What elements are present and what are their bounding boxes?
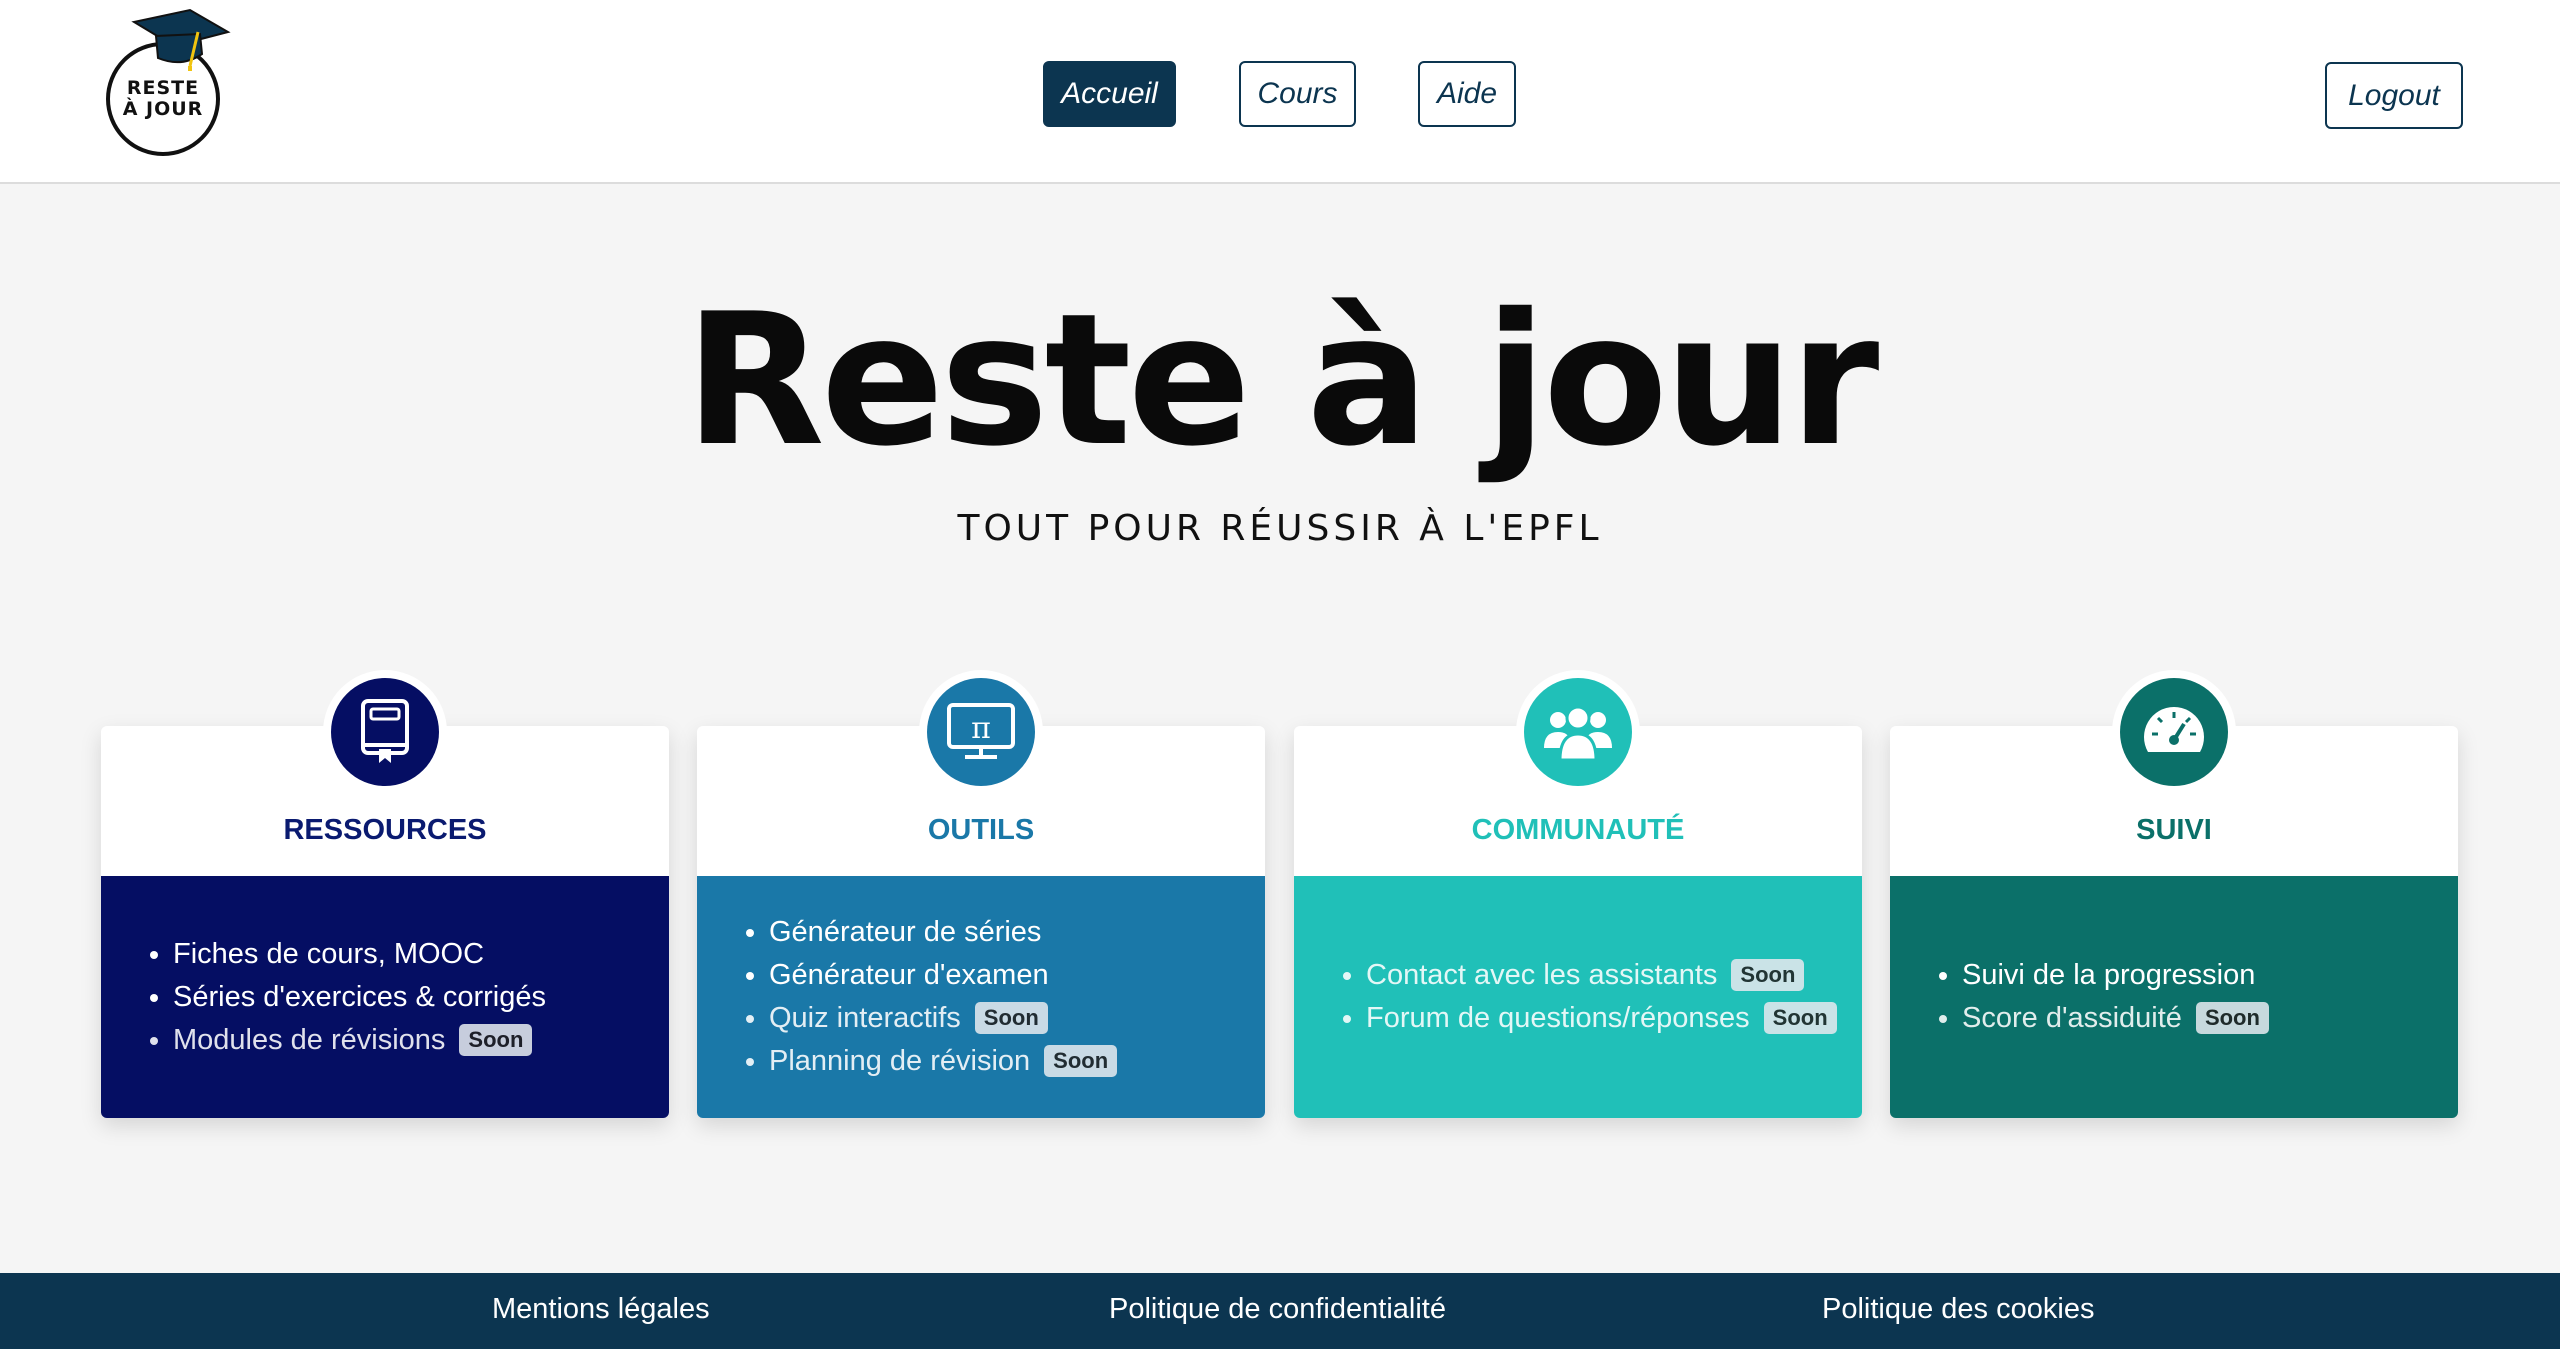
nav-help-button[interactable]: Aide bbox=[1418, 61, 1516, 127]
list-item-label: Quiz interactifs bbox=[769, 1002, 961, 1034]
card-title: SUIVI bbox=[2136, 814, 2212, 846]
list-item: Générateur d'examen bbox=[769, 954, 1117, 997]
footer-link-cookies[interactable]: Politique des cookies bbox=[1822, 1293, 2094, 1326]
card-icon-circle bbox=[331, 678, 439, 786]
card-body: Fiches de cours, MOOC Séries d'exercices… bbox=[101, 876, 669, 1118]
list-item-label: Forum de questions/réponses bbox=[1366, 1002, 1750, 1034]
card-body: Générateur de séries Générateur d'examen… bbox=[697, 876, 1265, 1118]
soon-badge: Soon bbox=[1731, 959, 1805, 991]
logout-label: Logout bbox=[2348, 78, 2440, 112]
card-icon-ring bbox=[1516, 670, 1640, 794]
soon-badge: Soon bbox=[1763, 1002, 1837, 1034]
soon-badge: Soon bbox=[1044, 1045, 1118, 1077]
logo-line-2: À JOUR bbox=[122, 98, 204, 120]
soon-badge: Soon bbox=[459, 1023, 533, 1056]
card-title: COMMUNAUTÉ bbox=[1471, 814, 1685, 846]
card-icon-ring: π bbox=[919, 670, 1043, 794]
list-item-label: Séries d'exercices & corrigés bbox=[173, 980, 547, 1013]
gauge-icon bbox=[2144, 707, 2204, 752]
card-body: Contact avec les assistants Soon Forum de… bbox=[1294, 876, 1862, 1118]
list-item: Score d'assiduité Soon bbox=[1962, 997, 2269, 1040]
card-title: RESSOURCES bbox=[283, 814, 487, 846]
list-item: Séries d'exercices & corrigés bbox=[173, 976, 546, 1019]
logout-button[interactable]: Logout bbox=[2325, 62, 2463, 129]
soon-badge: Soon bbox=[2195, 1002, 2269, 1034]
card-communaute[interactable]: COMMUNAUTÉ Contact avec les assistants So… bbox=[1294, 670, 1862, 1118]
nav-help-label: Aide bbox=[1436, 77, 1498, 110]
nav-home-button[interactable]: Accueil bbox=[1043, 61, 1176, 127]
list-item: Générateur de séries bbox=[769, 911, 1117, 954]
card-ressources[interactable]: RESSOURCES Fiches de cours, MOOC Séries … bbox=[101, 670, 669, 1118]
list-item: Suivi de la progression bbox=[1962, 954, 2269, 997]
list-item-label: Score d'assiduité bbox=[1962, 1002, 2182, 1034]
graduation-cap-icon bbox=[131, 8, 231, 71]
card-icon-circle bbox=[2120, 678, 2228, 786]
hero-title: Reste à jour bbox=[684, 274, 1880, 486]
list-item-label: Générateur de séries bbox=[769, 916, 1042, 948]
list-item: Modules de révisions Soon bbox=[173, 1019, 546, 1062]
svg-text:π: π bbox=[971, 711, 991, 746]
card-icon-ring bbox=[2112, 670, 2236, 794]
users-icon bbox=[1544, 705, 1612, 762]
list-item-label: Planning de révision bbox=[769, 1045, 1031, 1077]
nav-home-label: Accueil bbox=[1061, 77, 1158, 110]
list-item-label: Modules de révisions bbox=[173, 1023, 446, 1056]
top-navbar: RESTE À JOUR Accueil Cours Aide Logout bbox=[0, 0, 2560, 184]
feature-list: Suivi de la progression Score d'assiduit… bbox=[1890, 954, 2269, 1040]
list-item: Contact avec les assistants Soon bbox=[1366, 954, 1837, 997]
feature-list: Fiches de cours, MOOC Séries d'exercices… bbox=[101, 933, 546, 1062]
footer: Mentions légales Politique de confidenti… bbox=[0, 1273, 2560, 1349]
card-suivi[interactable]: SUIVI Suivi de la progression Score d'as… bbox=[1890, 670, 2458, 1118]
card-icon-circle bbox=[1524, 678, 1632, 786]
list-item: Planning de révision Soon bbox=[769, 1040, 1118, 1083]
list-item-label: Suivi de la progression bbox=[1962, 959, 2256, 991]
list-item-label: Contact avec les assistants bbox=[1366, 959, 1718, 991]
site-logo[interactable]: RESTE À JOUR bbox=[100, 8, 240, 160]
card-body: Suivi de la progression Score d'assiduit… bbox=[1890, 876, 2458, 1118]
card-outils[interactable]: π OUTILS Générateur de séries Générateur… bbox=[697, 670, 1265, 1118]
nav-courses-label: Cours bbox=[1257, 77, 1338, 110]
feature-list: Contact avec les assistants Soon Forum de… bbox=[1294, 954, 1837, 1040]
list-item: Quiz interactifs Soon bbox=[769, 997, 1117, 1040]
pi-monitor-icon: π bbox=[947, 703, 1015, 759]
card-icon-circle: π bbox=[927, 678, 1035, 786]
card-icon-ring bbox=[323, 670, 447, 794]
hero-subtitle: TOUT POUR RÉUSSIR À L'EPFL bbox=[957, 508, 1603, 549]
footer-link-legal[interactable]: Mentions légales bbox=[492, 1293, 710, 1326]
list-item: Fiches de cours, MOOC bbox=[173, 933, 546, 976]
list-item-label: Fiches de cours, MOOC bbox=[173, 937, 485, 970]
logo-line-1: RESTE bbox=[126, 77, 200, 99]
soon-badge: Soon bbox=[974, 1002, 1048, 1034]
list-item-label: Générateur d'examen bbox=[769, 959, 1049, 991]
card-title: OUTILS bbox=[927, 814, 1035, 846]
feature-list: Générateur de séries Générateur d'examen… bbox=[697, 911, 1118, 1083]
nav-courses-button[interactable]: Cours bbox=[1239, 61, 1356, 127]
footer-link-privacy[interactable]: Politique de confidentialité bbox=[1109, 1293, 1446, 1326]
list-item: Forum de questions/réponses Soon bbox=[1366, 997, 1837, 1040]
book-icon bbox=[361, 699, 409, 763]
